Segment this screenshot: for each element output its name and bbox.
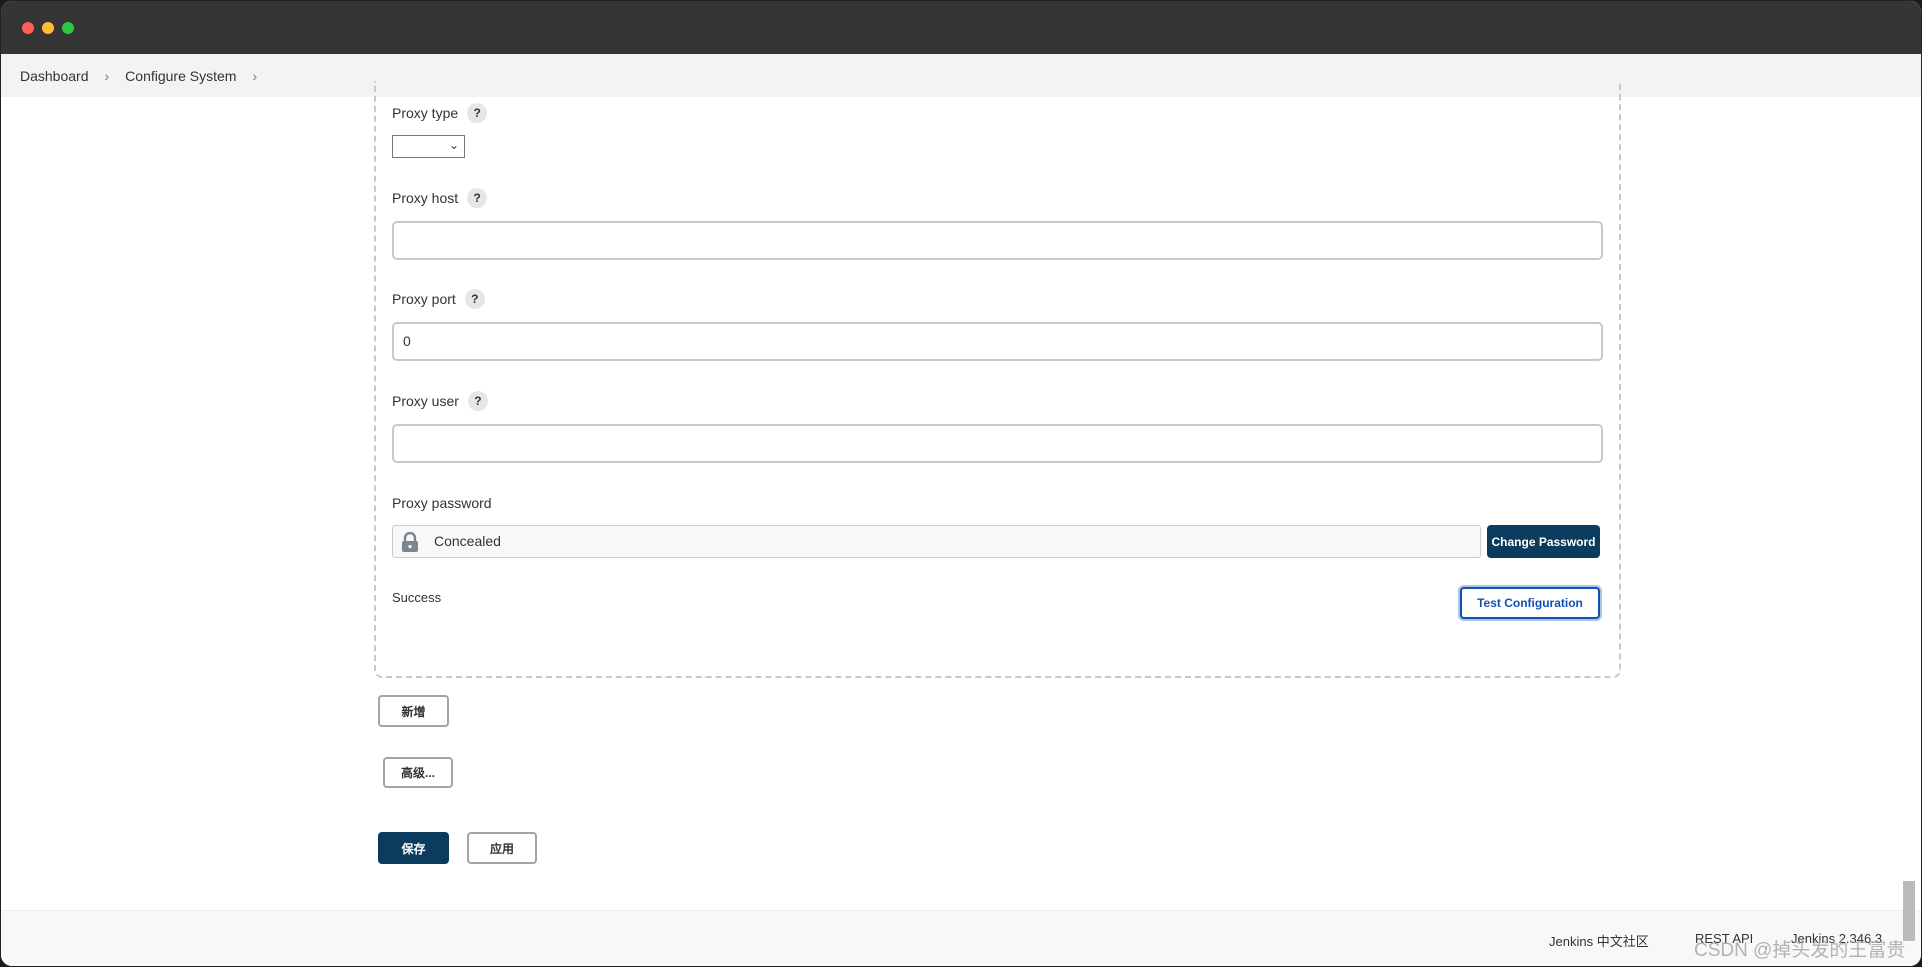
proxy-host-label: Proxy host?: [392, 188, 488, 208]
advanced-button[interactable]: 高级...: [383, 757, 453, 788]
proxy-user-label: Proxy user?: [392, 391, 488, 411]
label-text: Proxy user: [392, 393, 459, 409]
proxy-type-label: Proxy type?: [392, 103, 488, 123]
chevron-right-icon[interactable]: ›: [252, 68, 257, 84]
help-icon[interactable]: ?: [467, 188, 488, 208]
proxy-user-input[interactable]: [392, 424, 1603, 463]
proxy-password-label: Proxy password: [392, 495, 492, 511]
password-concealed-text: Concealed: [434, 533, 501, 549]
proxy-host-input[interactable]: [392, 221, 1603, 260]
title-bar: [1, 1, 1921, 54]
label-text: Proxy host: [392, 190, 459, 206]
browser-window: Dashboard › Configure System › Proxy typ…: [0, 0, 1922, 967]
proxy-config-section: [374, 81, 1621, 678]
proxy-port-label: Proxy port?: [392, 289, 485, 309]
label-text: Proxy type: [392, 105, 459, 121]
footer-community-link[interactable]: Jenkins 中文社区: [1549, 931, 1649, 950]
proxy-type-select[interactable]: ⌄: [392, 135, 465, 158]
apply-button[interactable]: 应用: [467, 832, 537, 864]
lock-icon: [402, 532, 418, 552]
chevron-down-icon: ⌄: [448, 138, 459, 152]
help-icon[interactable]: ?: [467, 103, 488, 123]
save-button[interactable]: 保存: [378, 832, 449, 864]
change-password-button[interactable]: Change Password: [1487, 525, 1600, 558]
test-configuration-button[interactable]: Test Configuration: [1460, 587, 1600, 619]
scrollbar-thumb[interactable]: [1903, 881, 1915, 941]
proxy-port-input[interactable]: 0: [392, 322, 1603, 361]
close-window-button[interactable]: [22, 22, 34, 34]
watermark: CSDN @掉头发的王富贵: [1694, 940, 1906, 961]
breadcrumb-dashboard[interactable]: Dashboard: [20, 68, 89, 84]
chevron-right-icon: ›: [104, 67, 110, 84]
proxy-password-field: Concealed: [392, 525, 1481, 558]
breadcrumb-configure-system[interactable]: Configure System: [125, 68, 236, 84]
label-text: Proxy port: [392, 291, 456, 307]
add-button[interactable]: 新增: [378, 695, 449, 727]
minimize-window-button[interactable]: [42, 22, 54, 34]
footer: Jenkins 中文社区 REST API Jenkins 2.346.3: [1, 910, 1921, 966]
help-icon[interactable]: ?: [464, 289, 485, 309]
test-status-text: Success: [392, 590, 442, 605]
help-icon[interactable]: ?: [467, 391, 488, 411]
maximize-window-button[interactable]: [62, 22, 74, 34]
